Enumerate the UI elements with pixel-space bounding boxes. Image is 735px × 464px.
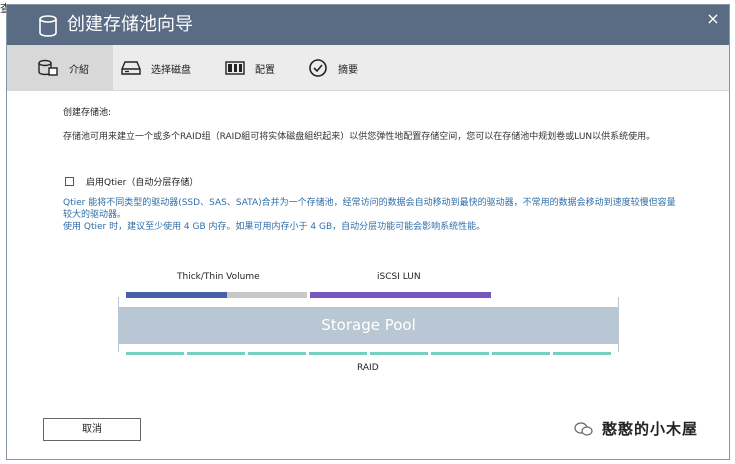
step-select-disk-label: 选择磁盘 [151,64,191,76]
step-intro-label: 介紹 [69,64,89,76]
step-summary-label: 摘要 [338,64,358,76]
dialog-titlebar: 创建存储池向导 × [7,5,729,45]
intro-icon [38,59,58,76]
step-select-disk[interactable]: 选择磁盘 [121,45,191,91]
close-button[interactable]: × [705,11,721,27]
volume-free-bar [227,292,307,298]
raid-segment [370,352,428,355]
raid-label: RAID [357,363,379,373]
storage-pool-icon [39,15,57,37]
pool-bracket [118,297,619,352]
wizard-steps: 介紹 选择磁盘 配置 摘要 [7,45,729,91]
volume-used-bar [126,292,227,298]
qtier-option[interactable]: 启用Qtier（自动分层存储） [65,175,198,188]
watermark-text: 憨憨的小木屋 [602,420,699,438]
config-icon [225,61,245,75]
raid-segment [431,352,489,355]
disk-icon [121,61,141,75]
section-heading: 创建存储池: [63,108,112,118]
qtier-info-line1: Qtier 能将不同类型的驱动器(SSD、SAS、SATA)合并为一个存储池，经… [63,198,676,220]
step-config[interactable]: 配置 [225,45,275,91]
qtier-info: Qtier 能将不同类型的驱动器(SSD、SAS、SATA)合并为一个存储池，经… [63,197,678,233]
raid-segment [309,352,367,355]
volume-label: Thick/Thin Volume [177,272,260,282]
lun-label: iSCSI LUN [377,272,421,282]
qtier-checkbox[interactable] [65,177,74,186]
pool-description: 存储池可用来建立一个或多个RAID组（RAID組可将实体磁盘組织起来）以供您弹性… [63,132,656,142]
storage-pool-label: Storage Pool [321,316,416,334]
qtier-label: 启用Qtier（自动分层存储） [86,178,199,188]
raid-segment [492,352,550,355]
watermark: 憨憨的小木屋 [570,418,703,439]
lun-bar [310,292,491,298]
raid-segment [187,352,245,355]
step-summary[interactable]: 摘要 [308,45,358,91]
create-storage-pool-dialog: 创建存储池向导 × 介紹 选择磁盘 配置 摘要 创建存储池: 存储池可用来建立一… [6,4,730,460]
cancel-button[interactable]: 取消 [43,418,141,441]
qtier-info-line2: 使用 Qtier 时，建议至少使用 4 GB 内存。如果可用内存小于 4 GB，… [63,222,486,232]
step-config-label: 配置 [255,64,275,76]
raid-segment [126,352,184,355]
dialog-title: 创建存储池向导 [67,14,193,35]
wechat-icon [574,421,593,436]
raid-segment [553,352,611,355]
raid-segment [248,352,306,355]
summary-check-icon [309,59,327,77]
storage-pool-block: Storage Pool [118,307,619,344]
step-intro[interactable]: 介紹 [37,45,89,91]
